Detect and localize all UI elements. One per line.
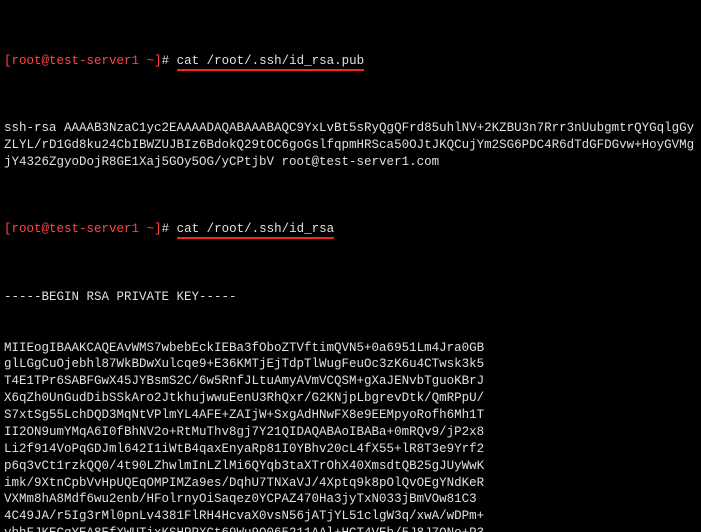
prompt-user-host: root@test-server1 (12, 54, 140, 68)
command-2-wrap: cat /root/.ssh/id_rsa (177, 221, 335, 238)
prompt-bracket-open: [ (4, 54, 12, 68)
command-1-wrap: cat /root/.ssh/id_rsa.pub (177, 53, 365, 70)
prompt-bracket-open: [ (4, 222, 12, 236)
prompt-user-host: root@test-server1 (12, 222, 140, 236)
prompt-line-2: [root@test-server1 ~]# cat /root/.ssh/id… (4, 221, 697, 238)
prompt-line-1: [root@test-server1 ~]# cat /root/.ssh/id… (4, 53, 697, 70)
prompt-bracket-close: ] (154, 54, 162, 68)
prompt-cwd: ~ (139, 54, 154, 68)
prompt-hash: # (162, 54, 177, 68)
terminal-viewport[interactable]: [root@test-server1 ~]# cat /root/.ssh/id… (0, 0, 701, 532)
command-1: cat /root/.ssh/id_rsa.pub (177, 54, 365, 68)
annotation-underline-1 (177, 69, 365, 71)
prompt-hash: # (162, 222, 177, 236)
private-key-body: MIIEogIBAAKCAQEAvWMS7wbebEckIEBa3fOboZTV… (4, 340, 697, 532)
private-key-header: -----BEGIN RSA PRIVATE KEY----- (4, 289, 697, 306)
annotation-underline-2 (177, 237, 335, 239)
prompt-bracket-close: ] (154, 222, 162, 236)
pubkey-output: ssh-rsa AAAAB3NzaC1yc2EAAAADAQABAAABAQC9… (4, 120, 697, 171)
prompt-cwd: ~ (139, 222, 154, 236)
command-2: cat /root/.ssh/id_rsa (177, 222, 335, 236)
